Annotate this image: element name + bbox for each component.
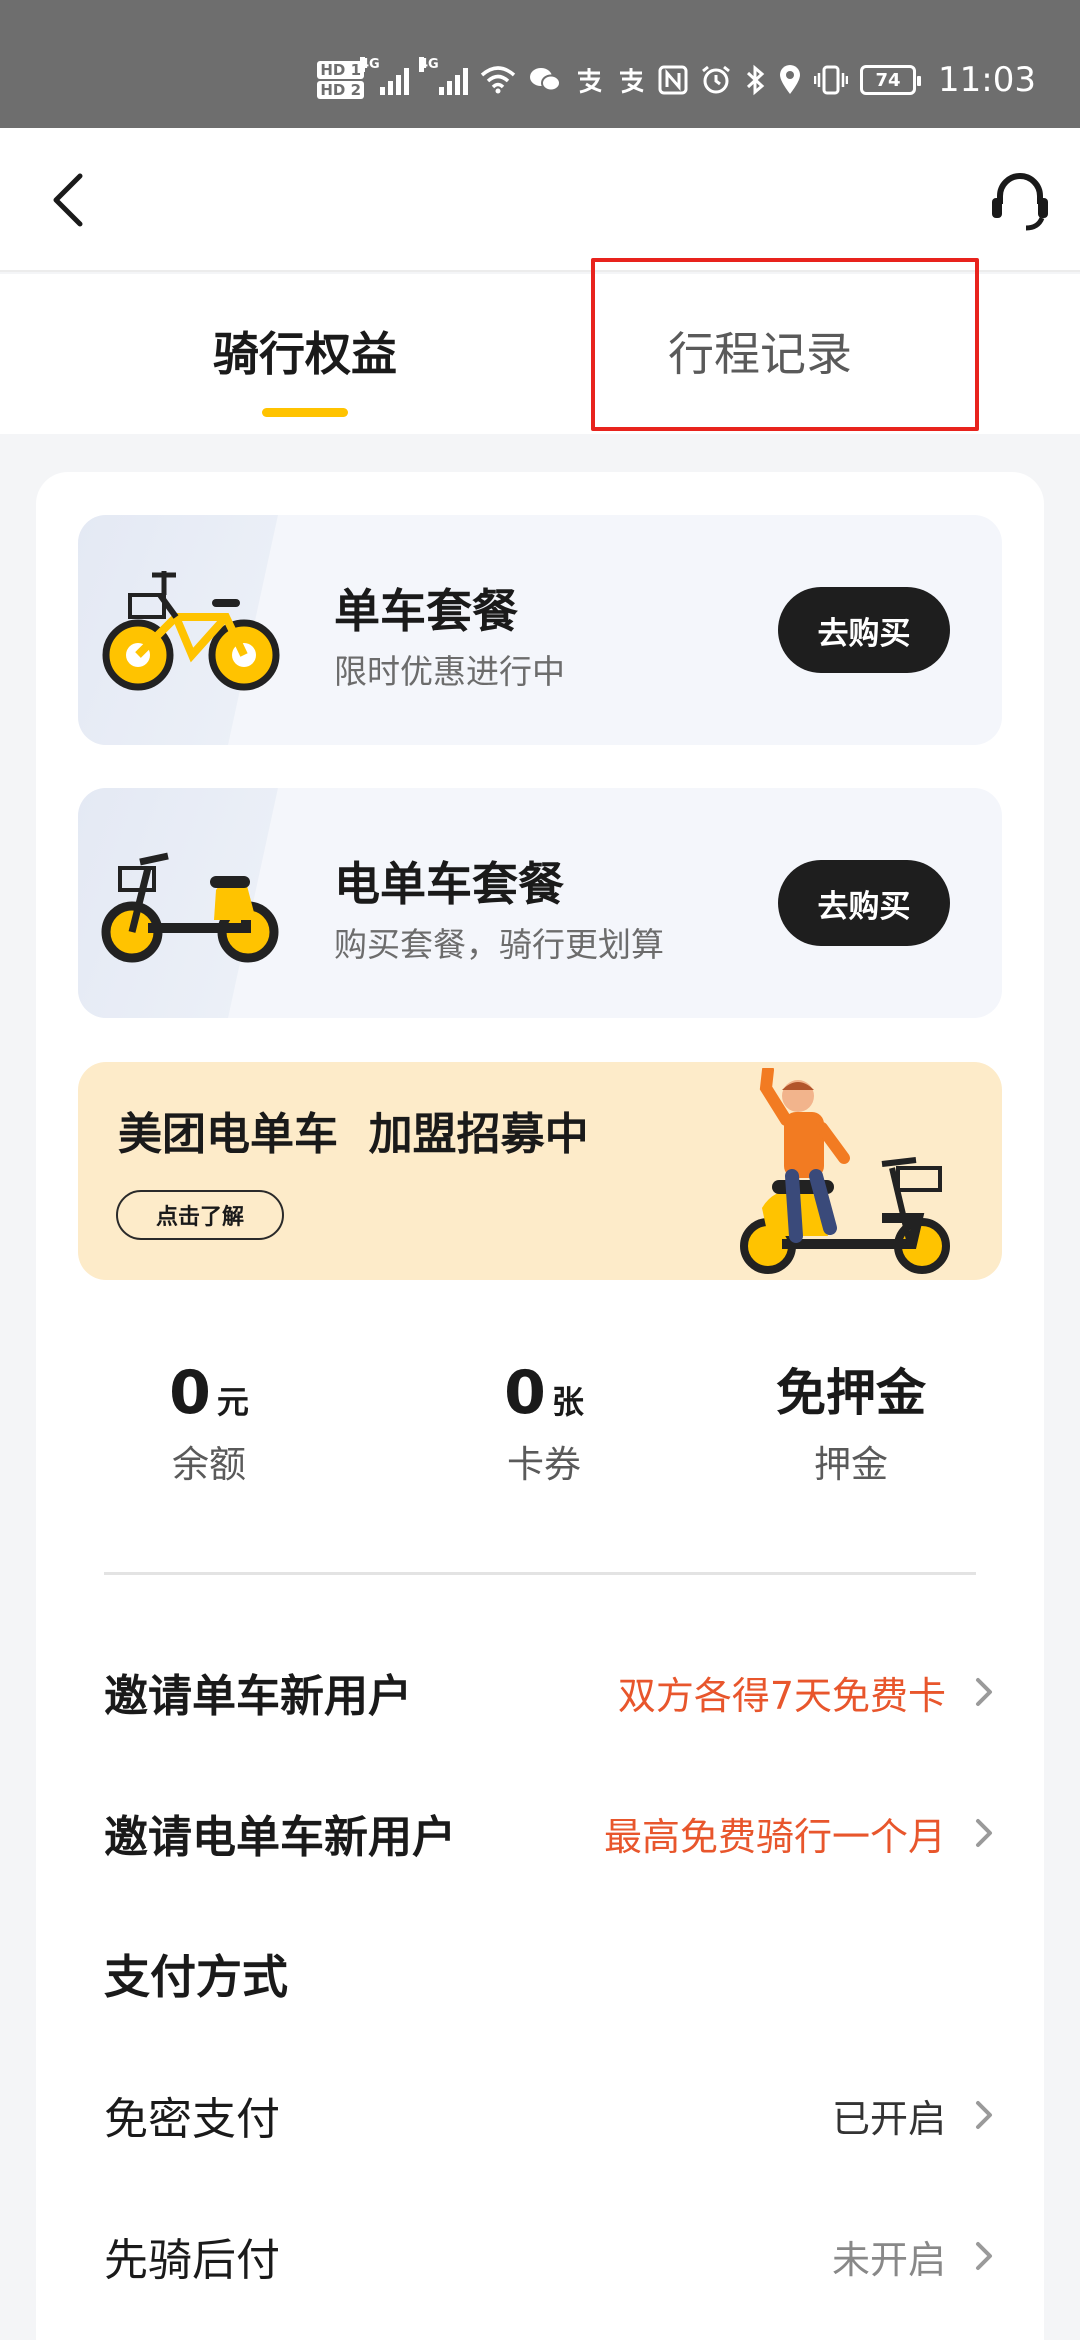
back-button[interactable] bbox=[28, 158, 112, 242]
payment-section-title: 支付方式 bbox=[104, 1950, 288, 2004]
franchise-recruit-banner[interactable]: 美团电单车 加盟招募中 点击了解 bbox=[78, 1062, 1002, 1280]
bike-package-title: 单车套餐 bbox=[334, 584, 518, 638]
hd2-label: HD 2 bbox=[317, 81, 365, 99]
ebike-icon bbox=[101, 852, 279, 963]
customer-service-button[interactable] bbox=[978, 158, 1062, 242]
balance-unit: 元 bbox=[216, 1383, 249, 1421]
signal-1-icon: 4G bbox=[360, 57, 410, 95]
coupons-stat[interactable]: 0 张 卡券 bbox=[386, 1352, 702, 1488]
buy-bike-package-button[interactable]: 去购买 bbox=[778, 587, 950, 673]
password-free-pay-status: 已开启 bbox=[831, 2096, 946, 2141]
bike-package-card[interactable]: 单车套餐 限时优惠进行中 去购买 bbox=[78, 515, 1002, 745]
headset-icon bbox=[992, 173, 1048, 231]
battery-icon: 74 bbox=[860, 65, 922, 95]
alipay-icon bbox=[578, 68, 602, 94]
bike-package-subtitle: 限时优惠进行中 bbox=[334, 652, 565, 691]
rider-on-ebike-illustration bbox=[740, 1068, 950, 1274]
status-bar: HD 1 HD 2 4G 4G 74 11:03 bbox=[0, 0, 1080, 128]
balance-stat[interactable]: 0 元 余额 bbox=[36, 1352, 382, 1488]
network-type-1: 4G bbox=[360, 57, 380, 72]
clock: 11:03 bbox=[938, 60, 1036, 100]
invite-ebike-user-title: 邀请电单车新用户 bbox=[104, 1812, 456, 1863]
nav-bar bbox=[0, 128, 1080, 272]
buy-ebike-package-button[interactable]: 去购买 bbox=[778, 860, 950, 946]
alarm-icon bbox=[702, 65, 730, 94]
bluetooth-icon bbox=[746, 64, 765, 96]
coupons-label: 卡券 bbox=[507, 1443, 581, 1486]
password-free-pay-row[interactable]: 免密支付 已开启 bbox=[104, 2065, 1004, 2165]
balance-label: 余额 bbox=[172, 1443, 246, 1486]
wifi-icon bbox=[480, 66, 516, 94]
ebike-package-card[interactable]: 电单车套餐 购买套餐，骑行更划算 去购买 bbox=[78, 788, 1002, 1018]
bicycle-icon bbox=[102, 571, 280, 691]
vibrate-icon bbox=[814, 65, 849, 95]
chevron-right-icon bbox=[964, 2095, 1004, 2135]
chevron-right-icon bbox=[964, 1672, 1004, 1712]
balance-value: 0 bbox=[169, 1358, 211, 1428]
tab-ride-benefits-label: 骑行权益 bbox=[213, 327, 397, 381]
invite-bike-user-reward: 双方各得7天免费卡 bbox=[617, 1673, 946, 1718]
invite-bike-user-row[interactable]: 邀请单车新用户 双方各得7天免费卡 bbox=[104, 1642, 1004, 1742]
nfc-icon bbox=[658, 65, 688, 95]
hd1-label: HD 1 bbox=[317, 61, 365, 79]
account-stats: 0 元 余额 0 张 卡券 免押金 押金 bbox=[36, 1352, 1044, 1502]
coupons-unit: 张 bbox=[551, 1383, 584, 1421]
ride-first-pay-later-status: 未开启 bbox=[831, 2237, 946, 2282]
deposit-value: 免押金 bbox=[776, 1364, 926, 1422]
alipay-icon-2 bbox=[620, 68, 644, 94]
network-type-2: 4G bbox=[419, 57, 439, 72]
signal-2-icon: 4G bbox=[419, 57, 469, 95]
location-icon bbox=[780, 65, 801, 94]
password-free-pay-title: 免密支付 bbox=[104, 2094, 280, 2145]
wechat-icon bbox=[530, 68, 562, 92]
ride-first-pay-later-title: 先骑后付 bbox=[104, 2235, 280, 2286]
coupons-value: 0 bbox=[504, 1358, 546, 1428]
ebike-package-subtitle: 购买套餐，骑行更划算 bbox=[334, 925, 664, 964]
chevron-left-icon bbox=[53, 173, 83, 227]
main-card: 单车套餐 限时优惠进行中 去购买 电单车套餐 购买套餐，骑行更划算 去购买 美团… bbox=[36, 472, 1044, 2340]
payment-section-header: 支付方式 bbox=[104, 1924, 1004, 2024]
invite-ebike-user-row[interactable]: 邀请电单车新用户 最高免费骑行一个月 bbox=[104, 1783, 1004, 1883]
deposit-stat[interactable]: 免押金 押金 bbox=[696, 1352, 1006, 1488]
ride-first-pay-later-row[interactable]: 先骑后付 未开启 bbox=[104, 2206, 1004, 2306]
chevron-right-icon bbox=[964, 1813, 1004, 1853]
status-icons: HD 1 HD 2 4G 4G 74 11:03 bbox=[317, 50, 1036, 110]
invite-ebike-user-reward: 最高免费骑行一个月 bbox=[603, 1814, 946, 1859]
section-divider bbox=[104, 1572, 976, 1575]
tab-ride-benefits[interactable]: 骑行权益 bbox=[160, 274, 450, 434]
ebike-package-title: 电单车套餐 bbox=[334, 857, 564, 911]
tab-active-indicator bbox=[262, 408, 348, 417]
learn-more-button[interactable]: 点击了解 bbox=[116, 1190, 284, 1240]
invite-bike-user-title: 邀请单车新用户 bbox=[104, 1671, 412, 1722]
franchise-banner-title: 美团电单车 加盟招募中 bbox=[118, 1109, 589, 1160]
deposit-label: 押金 bbox=[814, 1443, 888, 1486]
chevron-right-icon bbox=[964, 2236, 1004, 2276]
hd-indicator: HD 1 HD 2 bbox=[317, 60, 365, 100]
highlight-annotation-box bbox=[591, 258, 979, 431]
